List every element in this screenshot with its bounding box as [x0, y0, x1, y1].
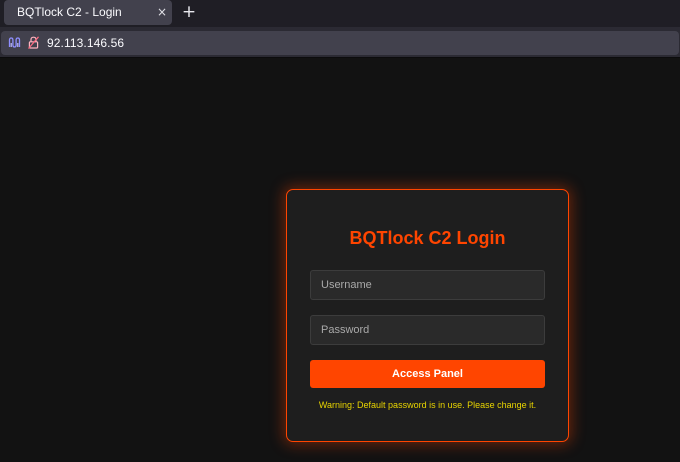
- password-input[interactable]: [310, 315, 545, 345]
- new-tab-icon[interactable]: +: [180, 3, 198, 21]
- login-title: BQTlock C2 Login: [349, 228, 506, 248]
- login-card: BQTlock C2 Login Access Panel Warning: D…: [286, 189, 569, 442]
- tracking-protection-icon[interactable]: [8, 36, 21, 49]
- address-bar[interactable]: 92.113.146.56: [1, 31, 679, 55]
- tab-active[interactable]: BQTlock C2 - Login ×: [4, 0, 172, 25]
- page-content: BQTlock C2 Login Access Panel Warning: D…: [0, 58, 680, 462]
- tab-close-icon[interactable]: ×: [156, 5, 168, 19]
- username-input[interactable]: [310, 270, 545, 300]
- default-password-warning: Warning: Default password is in use. Ple…: [318, 400, 537, 410]
- browser-window: BQTlock C2 - Login × + 92.113.146.56 BQT…: [0, 0, 680, 462]
- access-panel-button[interactable]: Access Panel: [310, 360, 545, 388]
- navigation-bar: 92.113.146.56: [0, 27, 680, 58]
- url-text: 92.113.146.56: [47, 36, 125, 50]
- insecure-lock-icon[interactable]: [28, 36, 39, 49]
- tab-title: BQTlock C2 - Login: [17, 5, 122, 19]
- tab-strip: BQTlock C2 - Login × +: [0, 0, 680, 27]
